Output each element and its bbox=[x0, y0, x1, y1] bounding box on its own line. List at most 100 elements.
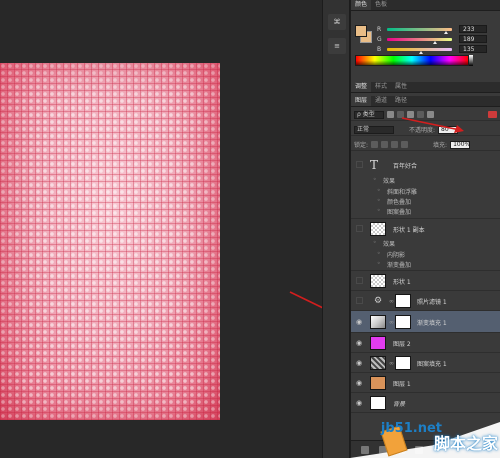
layer-name[interactable]: 百年好合 bbox=[393, 161, 417, 170]
blend-mode-select[interactable]: 正常 bbox=[354, 125, 394, 134]
eye-icon[interactable]: ◉ bbox=[354, 378, 364, 388]
layer-name[interactable]: 背景 bbox=[393, 399, 405, 408]
watermark-site: jb51.net bbox=[380, 421, 442, 436]
effect-name: 图案叠加 bbox=[387, 209, 412, 216]
channel-value-field[interactable]: 233 bbox=[459, 25, 487, 33]
color-spectrum[interactable] bbox=[355, 55, 469, 66]
layer-row[interactable]: ◉ ∞ 图案填充 1 bbox=[351, 353, 500, 373]
layer-row[interactable]: ◉ 图层 2 bbox=[351, 333, 500, 353]
effect-item[interactable]: ◦ 斜面和浮雕 bbox=[351, 186, 500, 196]
channel-label: B bbox=[377, 46, 382, 53]
document-canvas[interactable] bbox=[0, 63, 220, 420]
layer-mask-thumbnail[interactable] bbox=[395, 315, 411, 329]
link-icon[interactable]: ∞ bbox=[389, 298, 394, 305]
red-arrow-annotation bbox=[401, 117, 464, 133]
lock-all-icon[interactable] bbox=[401, 141, 409, 148]
effects-label: 效果 bbox=[383, 241, 396, 248]
foreground-color-swatch[interactable] bbox=[355, 25, 367, 37]
channel-label: R bbox=[377, 26, 382, 33]
layer-name[interactable]: 照片滤镜 1 bbox=[417, 297, 447, 306]
layer-name[interactable]: 图层 2 bbox=[393, 339, 411, 348]
slider-track[interactable] bbox=[387, 28, 452, 31]
tab-styles[interactable]: 样式 bbox=[371, 82, 391, 92]
eye-icon[interactable]: ◉ bbox=[354, 398, 364, 408]
eye-icon[interactable]: ◦ bbox=[377, 197, 381, 204]
channel-value-field[interactable]: 135 bbox=[459, 45, 487, 53]
kind-filter-select[interactable]: ρ 类型 bbox=[354, 110, 384, 119]
tab-properties[interactable]: 属性 bbox=[391, 82, 411, 92]
effects-group[interactable]: ◦ 效果 bbox=[351, 175, 500, 185]
layer-name[interactable]: 图案填充 1 bbox=[417, 359, 447, 368]
layer-row[interactable]: T 百年好合 ◦ 效果 ◦ 斜面和浮雕 ◦ 颜色叠加 ◦ 图案叠加 bbox=[351, 155, 500, 219]
link-icon[interactable]: ∞ bbox=[389, 319, 394, 326]
effects-group[interactable]: ◦ 效果 bbox=[351, 238, 500, 248]
link-icon[interactable]: ∞ bbox=[389, 360, 394, 367]
green-channel-slider[interactable]: G 189 bbox=[377, 35, 500, 44]
channel-value-field[interactable]: 189 bbox=[459, 35, 487, 43]
properties-panel-icon[interactable]: ≡ bbox=[328, 38, 346, 54]
eye-icon[interactable]: ◉ bbox=[354, 338, 364, 348]
eye-icon[interactable]: ◉ bbox=[354, 358, 364, 368]
slider-thumb[interactable] bbox=[444, 31, 449, 34]
eye-icon[interactable]: ◦ bbox=[373, 239, 377, 246]
layer-name[interactable]: 形状 1 副本 bbox=[393, 225, 425, 234]
eye-icon[interactable]: ◦ bbox=[377, 260, 381, 267]
slider-thumb[interactable] bbox=[433, 41, 438, 44]
watermark: jb51.net 脚本之家 bbox=[340, 408, 500, 458]
panel-dock-strip: ⌘ ≡ bbox=[322, 0, 350, 458]
effect-item[interactable]: ◦ 图案叠加 bbox=[351, 206, 500, 216]
black-white-ramp[interactable] bbox=[469, 55, 473, 66]
tab-adjustments[interactable]: 调整 bbox=[351, 82, 372, 92]
eye-icon[interactable]: ◦ bbox=[377, 207, 381, 214]
tab-color[interactable]: 颜色 bbox=[351, 0, 372, 10]
visibility-toggle[interactable] bbox=[356, 297, 363, 304]
lock-transparent-icon[interactable] bbox=[371, 141, 379, 148]
red-channel-slider[interactable]: R 233 bbox=[377, 25, 500, 34]
layer-row[interactable]: ⚙ ∞ 照片滤镜 1 bbox=[351, 291, 500, 311]
eye-icon[interactable]: ◦ bbox=[377, 250, 381, 257]
tab-swatches[interactable]: 色板 bbox=[371, 0, 391, 10]
filter-toggle-icon[interactable] bbox=[488, 111, 497, 118]
effect-name: 内阴影 bbox=[387, 252, 406, 259]
lock-fill-row: 锁定: 填充: 100% bbox=[351, 139, 500, 151]
adjustments-panel-tabs: 调整 样式 属性 bbox=[351, 82, 500, 93]
visibility-toggle[interactable] bbox=[356, 277, 363, 284]
slider-thumb[interactable] bbox=[419, 51, 424, 54]
layer-name[interactable]: 渐变填充 1 bbox=[417, 318, 447, 327]
visibility-toggle[interactable] bbox=[356, 161, 363, 168]
lock-position-icon[interactable] bbox=[391, 141, 399, 148]
layer-name[interactable]: 图层 1 bbox=[393, 379, 411, 388]
layer-row[interactable]: 形状 1 副本 ◦ 效果 ◦ 内阴影 ◦ 渐变叠加 bbox=[351, 219, 500, 271]
layer-row[interactable]: ◉ ∞ 渐变填充 1 bbox=[351, 311, 500, 333]
layer-mask-thumbnail[interactable] bbox=[395, 294, 411, 308]
fill-label: 填充: bbox=[433, 142, 448, 149]
blue-channel-slider[interactable]: B 135 bbox=[377, 45, 500, 54]
layer-row[interactable]: 形状 1 bbox=[351, 271, 500, 291]
eye-icon[interactable]: ◦ bbox=[377, 187, 381, 194]
canvas-vignette bbox=[0, 63, 220, 420]
lock-image-icon[interactable] bbox=[381, 141, 389, 148]
tab-layers[interactable]: 图层 bbox=[351, 96, 372, 106]
canvas-workspace[interactable] bbox=[0, 0, 322, 458]
layers-list: T 百年好合 ◦ 效果 ◦ 斜面和浮雕 ◦ 颜色叠加 ◦ 图案叠加 形状 1 副… bbox=[351, 155, 500, 413]
tab-channels[interactable]: 通道 bbox=[371, 96, 391, 106]
eye-icon[interactable]: ◦ bbox=[373, 176, 377, 183]
slider-track[interactable] bbox=[387, 38, 452, 41]
fill-field[interactable]: 100% bbox=[450, 140, 470, 149]
adjustment-layer-icon: ⚙ bbox=[370, 294, 386, 308]
color-panel-tabs: 颜色 色板 bbox=[351, 0, 500, 11]
effect-item[interactable]: ◦ 颜色叠加 bbox=[351, 196, 500, 206]
history-panel-icon[interactable]: ⌘ bbox=[328, 14, 346, 30]
layer-thumbnail bbox=[370, 274, 386, 288]
effect-item[interactable]: ◦ 内阴影 bbox=[351, 249, 500, 259]
pixel-filter-icon[interactable] bbox=[387, 111, 394, 118]
tab-paths[interactable]: 路径 bbox=[391, 96, 411, 106]
effect-name: 斜面和浮雕 bbox=[387, 189, 418, 196]
layer-row[interactable]: ◉ 图层 1 bbox=[351, 373, 500, 393]
effect-name: 渐变叠加 bbox=[387, 262, 412, 269]
layer-name[interactable]: 形状 1 bbox=[393, 277, 411, 286]
visibility-toggle[interactable] bbox=[356, 225, 363, 232]
layer-mask-thumbnail[interactable] bbox=[395, 356, 411, 370]
effect-item[interactable]: ◦ 渐变叠加 bbox=[351, 259, 500, 269]
eye-icon[interactable]: ◉ bbox=[354, 317, 364, 327]
